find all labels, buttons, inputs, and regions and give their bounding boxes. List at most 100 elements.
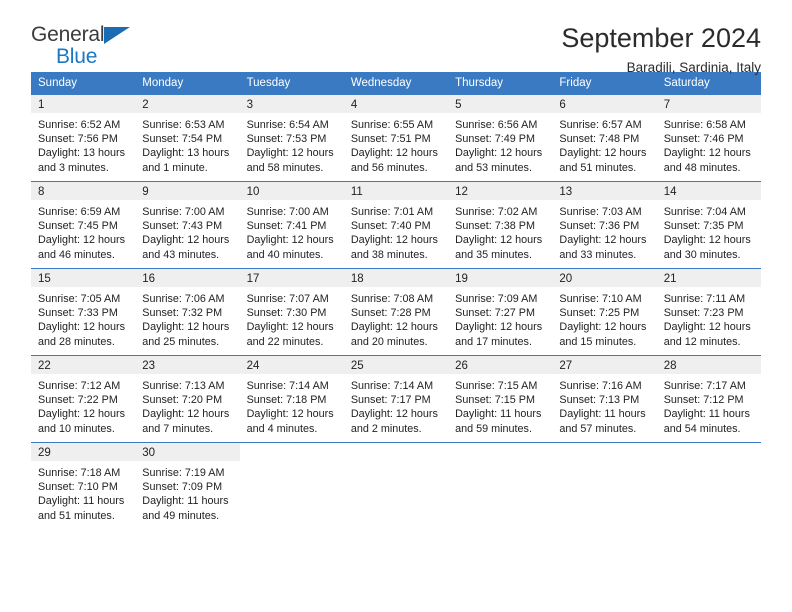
day-number: 2 (135, 95, 240, 113)
calendar-day-cell[interactable]: 19 Sunrise: 7:09 AM Sunset: 7:27 PM Dayligh… (448, 268, 553, 356)
daylight-duration-line2: and 30 minutes. (663, 248, 741, 261)
calendar-day-cell[interactable]: 23 Sunrise: 7:13 AM Sunset: 7:20 PM Dayligh… (135, 355, 240, 443)
calendar-day-cell[interactable]: 21 Sunrise: 7:11 AM Sunset: 7:23 PM Dayligh… (656, 268, 761, 356)
day-details: Sunrise: 7:11 AM Sunset: 7:23 PM Daylight:… (657, 287, 761, 355)
sunrise-time: Sunrise: 7:09 AM (455, 293, 538, 305)
daylight-duration-line1: Daylight: 12 hours (246, 234, 334, 247)
sunrise-time: Sunrise: 7:08 AM (350, 293, 434, 305)
calendar-day-cell[interactable]: 29 Sunrise: 7:18 AM Sunset: 7:10 PM Dayligh… (31, 442, 136, 533)
calendar-day-cell-empty (239, 442, 344, 533)
daylight-duration-line1: Daylight: 13 hours (38, 147, 126, 160)
sunrise-time: Sunrise: 6:52 AM (38, 119, 121, 131)
calendar-day-cell[interactable]: 1 Sunrise: 6:52 AM Sunset: 7:56 PM Daylight… (31, 94, 136, 182)
sunrise-time: Sunrise: 7:16 AM (559, 380, 642, 392)
sunset-time: Sunset: 7:32 PM (142, 307, 223, 320)
day-number: 20 (552, 269, 657, 287)
day-number: 5 (448, 95, 553, 113)
daylight-duration-line2: and 7 minutes. (142, 422, 214, 435)
sunrise-time: Sunrise: 7:07 AM (246, 293, 329, 305)
sunset-time: Sunset: 7:36 PM (559, 220, 640, 233)
weekday-header-tuesday: Tuesday (239, 72, 344, 95)
calendar-day-cell[interactable]: 4 Sunrise: 6:55 AM Sunset: 7:51 PM Daylight… (343, 94, 449, 182)
daylight-duration-line2: and 33 minutes. (559, 248, 637, 261)
calendar-day-cell[interactable]: 14 Sunrise: 7:04 AM Sunset: 7:35 PM Dayligh… (656, 181, 761, 269)
daylight-duration-line1: Daylight: 12 hours (246, 147, 334, 160)
daylight-duration-line1: Daylight: 12 hours (142, 321, 230, 334)
day-number: 23 (135, 356, 240, 374)
day-details: Sunrise: 7:05 AM Sunset: 7:33 PM Daylight:… (31, 287, 135, 355)
day-number: 16 (135, 269, 240, 287)
calendar-day-cell-empty (656, 442, 761, 533)
calendar-day-cell[interactable]: 7 Sunrise: 6:58 AM Sunset: 7:46 PM Daylight… (656, 94, 761, 182)
day-details (657, 461, 761, 533)
day-details: Sunrise: 6:52 AM Sunset: 7:56 PM Daylight:… (31, 113, 135, 181)
sunset-time: Sunset: 7:48 PM (559, 133, 640, 146)
calendar-day-cell[interactable]: 28 Sunrise: 7:17 AM Sunset: 7:12 PM Dayligh… (656, 355, 761, 443)
day-number: 1 (31, 95, 136, 113)
calendar-day-cell[interactable]: 22 Sunrise: 7:12 AM Sunset: 7:22 PM Dayligh… (31, 355, 136, 443)
day-details: Sunrise: 7:14 AM Sunset: 7:18 PM Daylight:… (240, 374, 344, 442)
sunset-time: Sunset: 7:49 PM (455, 133, 535, 146)
day-number: 18 (343, 269, 449, 287)
day-details: Sunrise: 7:15 AM Sunset: 7:15 PM Daylight:… (448, 374, 552, 442)
daylight-duration-line1: Daylight: 12 hours (350, 147, 438, 160)
day-details: Sunrise: 7:14 AM Sunset: 7:17 PM Daylight:… (344, 374, 448, 442)
daylight-duration-line2: and 46 minutes. (38, 248, 115, 261)
calendar-day-cell[interactable]: 9 Sunrise: 7:00 AM Sunset: 7:43 PM Daylight… (135, 181, 240, 269)
calendar-day-cell[interactable]: 13 Sunrise: 7:03 AM Sunset: 7:36 PM Dayligh… (552, 181, 657, 269)
sunset-time: Sunset: 7:41 PM (246, 220, 327, 233)
calendar-day-cell[interactable]: 12 Sunrise: 7:02 AM Sunset: 7:38 PM Dayligh… (448, 181, 553, 269)
sunrise-time: Sunrise: 7:13 AM (142, 380, 225, 392)
day-number (448, 443, 553, 461)
day-number: 30 (135, 443, 240, 461)
calendar-day-cell[interactable]: 6 Sunrise: 6:57 AM Sunset: 7:48 PM Daylight… (552, 94, 657, 182)
calendar-week-row: 1 Sunrise: 6:52 AM Sunset: 7:56 PM Daylight… (31, 94, 761, 182)
calendar-week-row: 8 Sunrise: 6:59 AM Sunset: 7:45 PM Daylight… (31, 181, 761, 269)
calendar-day-cell[interactable]: 15 Sunrise: 7:05 AM Sunset: 7:33 PM Dayligh… (31, 268, 136, 356)
calendar-day-cell[interactable]: 25 Sunrise: 7:14 AM Sunset: 7:17 PM Dayligh… (343, 355, 449, 443)
calendar-day-cell[interactable]: 17 Sunrise: 7:07 AM Sunset: 7:30 PM Dayligh… (239, 268, 344, 356)
daylight-duration-line1: Daylight: 12 hours (38, 408, 126, 421)
sunset-time: Sunset: 7:56 PM (38, 133, 118, 146)
calendar-day-cell[interactable]: 24 Sunrise: 7:14 AM Sunset: 7:18 PM Dayligh… (239, 355, 344, 443)
calendar-day-cell[interactable]: 26 Sunrise: 7:15 AM Sunset: 7:15 PM Dayligh… (448, 355, 553, 443)
calendar-day-cell[interactable]: 5 Sunrise: 6:56 AM Sunset: 7:49 PM Daylight… (448, 94, 553, 182)
daylight-duration-line2: and 43 minutes. (142, 248, 220, 261)
calendar-day-cell[interactable]: 8 Sunrise: 6:59 AM Sunset: 7:45 PM Daylight… (31, 181, 136, 269)
calendar-day-cell[interactable]: 10 Sunrise: 7:00 AM Sunset: 7:41 PM Dayligh… (239, 181, 344, 269)
day-details: Sunrise: 7:13 AM Sunset: 7:20 PM Daylight:… (135, 374, 239, 442)
sunset-time: Sunset: 7:25 PM (559, 307, 640, 320)
calendar-page: General Blue September 2024 Baradili, Sa… (0, 0, 792, 612)
sunrise-time: Sunrise: 7:03 AM (559, 206, 642, 218)
weekday-header-monday: Monday (135, 72, 240, 95)
day-details: Sunrise: 6:57 AM Sunset: 7:48 PM Daylight:… (552, 113, 656, 181)
day-details: Sunrise: 7:03 AM Sunset: 7:36 PM Daylight:… (552, 200, 656, 268)
daylight-duration-line2: and 59 minutes. (455, 422, 532, 435)
calendar-day-cell[interactable]: 18 Sunrise: 7:08 AM Sunset: 7:28 PM Dayligh… (343, 268, 449, 356)
daylight-duration-line1: Daylight: 11 hours (663, 408, 750, 421)
sunset-time: Sunset: 7:09 PM (142, 481, 223, 494)
calendar-day-cell[interactable]: 30 Sunrise: 7:19 AM Sunset: 7:09 PM Dayligh… (135, 442, 240, 533)
day-details: Sunrise: 7:07 AM Sunset: 7:30 PM Daylight:… (240, 287, 344, 355)
calendar-day-cell[interactable]: 27 Sunrise: 7:16 AM Sunset: 7:13 PM Dayligh… (552, 355, 657, 443)
daylight-duration-line1: Daylight: 12 hours (559, 234, 647, 247)
day-details: Sunrise: 6:55 AM Sunset: 7:51 PM Daylight:… (344, 113, 448, 181)
calendar-day-cell[interactable]: 20 Sunrise: 7:10 AM Sunset: 7:25 PM Dayligh… (552, 268, 657, 356)
day-number: 24 (239, 356, 344, 374)
generalblue-logo[interactable]: General Blue (31, 24, 151, 70)
daylight-duration-line1: Daylight: 12 hours (38, 234, 126, 247)
day-number (656, 443, 761, 461)
daylight-duration-line2: and 1 minute. (142, 161, 208, 174)
calendar-body: 1 Sunrise: 6:52 AM Sunset: 7:56 PM Daylight… (31, 94, 761, 533)
day-number: 25 (343, 356, 449, 374)
calendar-day-cell[interactable]: 2 Sunrise: 6:53 AM Sunset: 7:54 PM Daylight… (135, 94, 240, 182)
calendar-day-cell[interactable]: 11 Sunrise: 7:01 AM Sunset: 7:40 PM Dayligh… (343, 181, 449, 269)
sunset-time: Sunset: 7:15 PM (455, 394, 535, 407)
sunset-time: Sunset: 7:33 PM (38, 307, 118, 320)
daylight-duration-line1: Daylight: 12 hours (350, 408, 438, 421)
sunrise-time: Sunrise: 7:15 AM (455, 380, 538, 392)
calendar-day-cell[interactable]: 3 Sunrise: 6:54 AM Sunset: 7:53 PM Daylight… (239, 94, 344, 182)
daylight-duration-line1: Daylight: 12 hours (455, 147, 543, 160)
calendar-day-cell[interactable]: 16 Sunrise: 7:06 AM Sunset: 7:32 PM Dayligh… (135, 268, 240, 356)
sunrise-time: Sunrise: 7:02 AM (455, 206, 538, 218)
